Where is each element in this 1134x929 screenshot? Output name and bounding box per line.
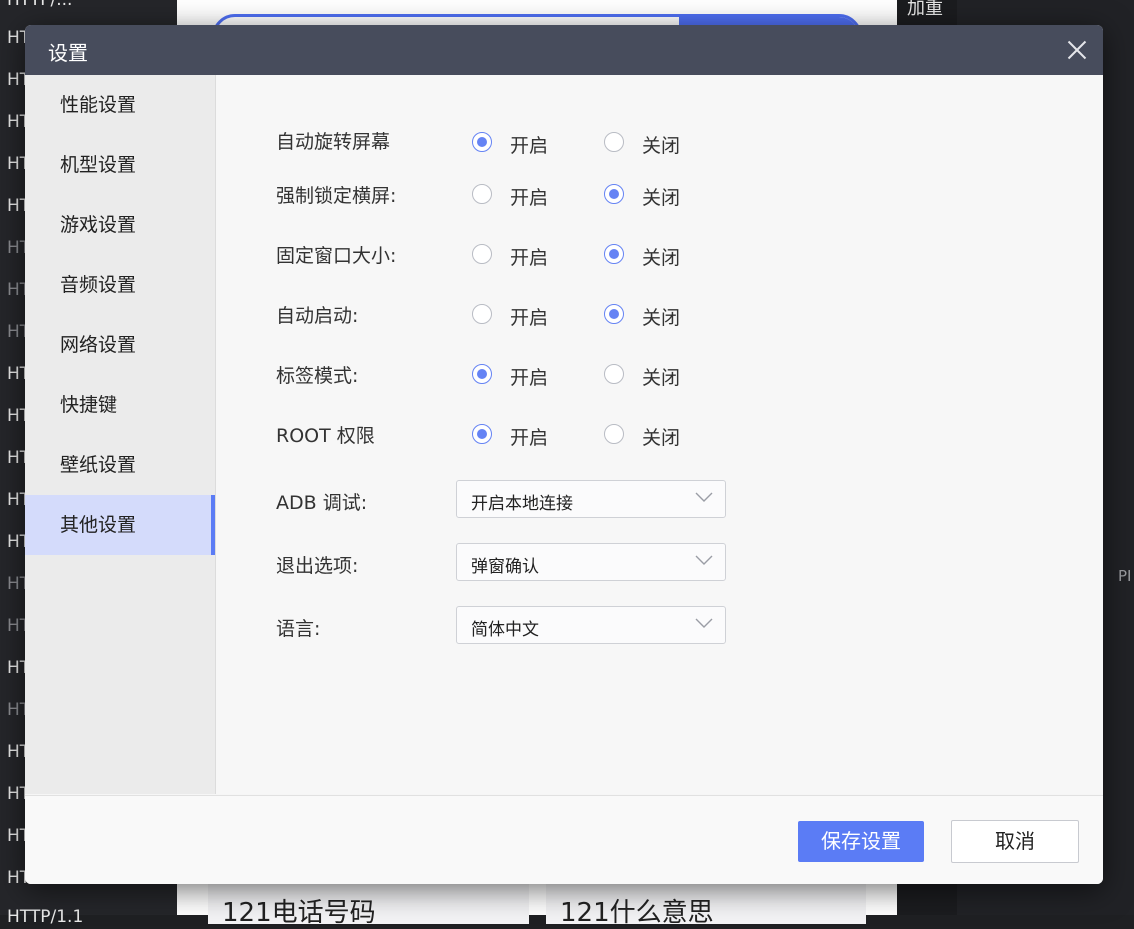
disable-label[interactable]: 关闭 <box>642 423 680 450</box>
enable-radio[interactable] <box>472 364 492 384</box>
background-list-item: HTTP/1.1 <box>7 907 84 927</box>
enable-radio[interactable] <box>472 424 492 444</box>
disable-radio[interactable] <box>604 424 624 444</box>
dropdown-select[interactable]: 简体中文 <box>456 606 726 644</box>
chevron-down-icon <box>695 555 713 565</box>
chevron-down-icon <box>695 618 713 628</box>
background-list-item: HTTP/... <box>7 0 73 10</box>
save-settings-button[interactable]: 保存设置 <box>798 821 924 862</box>
settings-sidebar: 性能设置 机型设置 游戏设置 音频设置 网络设置 快捷键 壁纸设置 其他设置 <box>25 75 216 794</box>
enable-radio[interactable] <box>472 244 492 264</box>
chevron-down-icon <box>695 492 713 502</box>
disable-radio[interactable] <box>604 184 624 204</box>
setting-label: ADB 调试: <box>276 492 368 514</box>
sidebar-item[interactable]: 性能设置 <box>25 75 215 135</box>
setting-label: ROOT 权限 <box>276 425 375 447</box>
settings-dialog: 设置 性能设置 机型设置 游戏设置 音频设置 网络设置 快捷键 壁纸设置 其他设置 自动旋转屏… <box>25 25 1103 884</box>
dialog-titlebar: 设置 <box>25 25 1103 75</box>
enable-radio[interactable] <box>472 184 492 204</box>
disable-radio[interactable] <box>604 304 624 324</box>
sidebar-item[interactable]: 音频设置 <box>25 255 215 315</box>
disable-label[interactable]: 关闭 <box>642 131 680 158</box>
enable-radio[interactable] <box>472 304 492 324</box>
enable-label[interactable]: 开启 <box>510 131 548 158</box>
dropdown-value: 简体中文 <box>471 620 539 640</box>
setting-label: 自动旋转屏幕 <box>276 131 391 153</box>
disable-label[interactable]: 关闭 <box>642 363 680 390</box>
sidebar-item[interactable]: 壁纸设置 <box>25 435 215 495</box>
cancel-button[interactable]: 取消 <box>951 820 1079 863</box>
sidebar-item[interactable]: 游戏设置 <box>25 195 215 255</box>
enable-radio[interactable] <box>472 132 492 152</box>
sidebar-item[interactable]: 网络设置 <box>25 315 215 375</box>
background-right-pi-label: PI <box>1118 567 1132 585</box>
enable-label[interactable]: 开启 <box>510 423 548 450</box>
dropdown-value: 开启本地连接 <box>471 494 573 514</box>
setting-label: 固定窗口大小: <box>276 245 397 267</box>
dropdown-select[interactable]: 弹窗确认 <box>456 543 726 581</box>
setting-label: 自动启动: <box>276 305 359 327</box>
disable-label[interactable]: 关闭 <box>642 303 680 330</box>
disable-label[interactable]: 关闭 <box>642 183 680 210</box>
disable-radio[interactable] <box>604 364 624 384</box>
background-card-left-text: 121电话号码 <box>222 898 376 924</box>
dropdown-select[interactable]: 开启本地连接 <box>456 480 726 518</box>
close-icon[interactable] <box>1063 36 1091 64</box>
enable-label[interactable]: 开启 <box>510 303 548 330</box>
sidebar-item[interactable]: 机型设置 <box>25 135 215 195</box>
sidebar-item[interactable]: 快捷键 <box>25 375 215 435</box>
enable-label[interactable]: 开启 <box>510 183 548 210</box>
setting-label: 标签模式: <box>276 365 359 387</box>
background-right-label: 加重 <box>907 0 943 19</box>
dropdown-value: 弹窗确认 <box>471 557 539 577</box>
setting-label: 语言: <box>276 618 321 640</box>
setting-label: 退出选项: <box>276 555 359 577</box>
sidebar-item[interactable]: 其他设置 <box>25 495 215 555</box>
background-card-right-text: 121什么意思 <box>560 898 714 924</box>
disable-radio[interactable] <box>604 244 624 264</box>
setting-label: 强制锁定横屏: <box>276 185 397 207</box>
dialog-title: 设置 <box>48 41 88 65</box>
disable-radio[interactable] <box>604 132 624 152</box>
settings-content: 自动旋转屏幕 开启 关闭 强制锁定横屏: 开启 关闭 固定窗口大小: 开启 关闭 自动启动: 开启关… <box>216 75 1103 794</box>
background-card-right: 121什么意思 <box>546 884 866 924</box>
enable-label[interactable]: 开启 <box>510 363 548 390</box>
background-card-left: 121电话号码 <box>208 884 529 924</box>
enable-label[interactable]: 开启 <box>510 243 548 270</box>
disable-label[interactable]: 关闭 <box>642 243 680 270</box>
dialog-footer: 保存设置 取消 <box>25 795 1103 884</box>
